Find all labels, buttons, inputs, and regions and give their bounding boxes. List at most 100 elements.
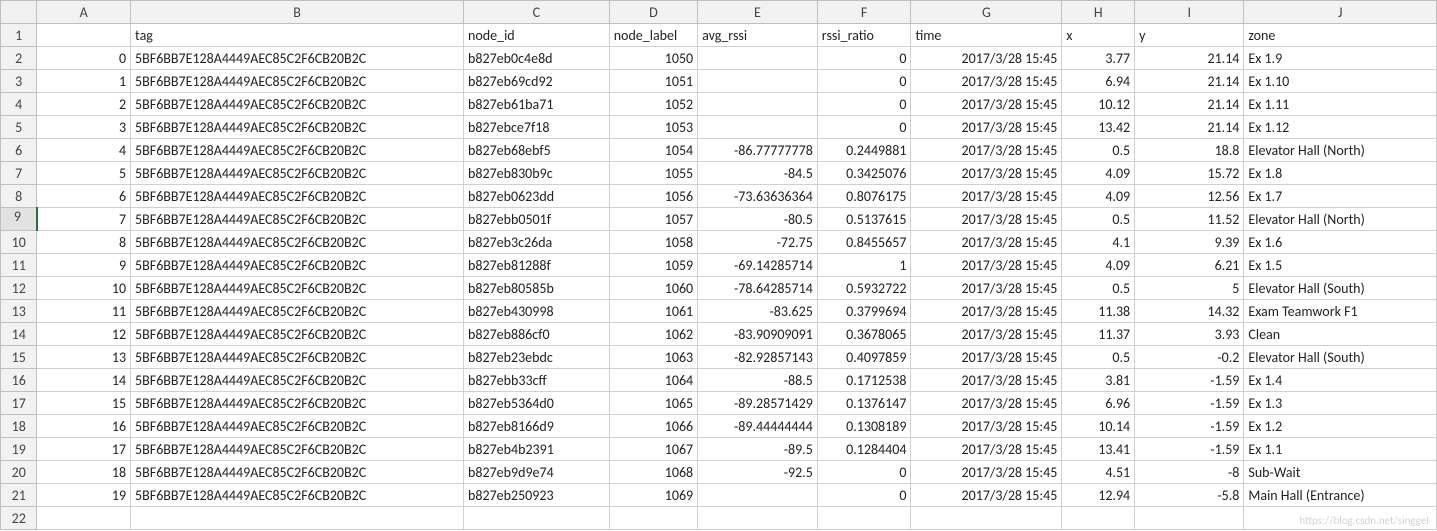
cell[interactable]: 18.8 bbox=[1135, 139, 1244, 162]
cell[interactable]: 2017/3/28 15:45 bbox=[911, 323, 1062, 346]
cell[interactable]: 0 bbox=[817, 93, 911, 116]
table-row[interactable]: 20185BF6BB7E128A4449AEC85C2F6CB20B2Cb827… bbox=[1, 461, 1437, 484]
cell[interactable]: 1062 bbox=[609, 323, 697, 346]
cell[interactable]: 4.51 bbox=[1062, 461, 1135, 484]
cell[interactable]: -1.59 bbox=[1135, 438, 1244, 461]
cell[interactable]: -1.59 bbox=[1135, 392, 1244, 415]
cell[interactable]: 0 bbox=[37, 47, 131, 70]
cell[interactable]: 5BF6BB7E128A4449AEC85C2F6CB20B2C bbox=[131, 70, 464, 93]
col-header-E[interactable]: E bbox=[698, 1, 818, 24]
table-row[interactable]: 18165BF6BB7E128A4449AEC85C2F6CB20B2Cb827… bbox=[1, 415, 1437, 438]
row-header[interactable]: 9 bbox=[1, 208, 37, 231]
table-row[interactable]: 205BF6BB7E128A4449AEC85C2F6CB20B2Cb827eb… bbox=[1, 47, 1437, 70]
table-row[interactable]: 1195BF6BB7E128A4449AEC85C2F6CB20B2Cb827e… bbox=[1, 254, 1437, 277]
cell[interactable] bbox=[464, 507, 610, 530]
cell[interactable]: 9.39 bbox=[1135, 231, 1244, 254]
cell[interactable]: -82.92857143 bbox=[698, 346, 818, 369]
cell[interactable]: 2017/3/28 15:45 bbox=[911, 93, 1062, 116]
cell[interactable]: b827eb430998 bbox=[464, 300, 610, 323]
cell[interactable] bbox=[698, 93, 818, 116]
table-row[interactable]: 865BF6BB7E128A4449AEC85C2F6CB20B2Cb827eb… bbox=[1, 185, 1437, 208]
cell[interactable]: -88.5 bbox=[698, 369, 818, 392]
cell[interactable]: b827eb8166d9 bbox=[464, 415, 610, 438]
cell[interactable]: 1064 bbox=[609, 369, 697, 392]
cell[interactable]: b827eb4b2391 bbox=[464, 438, 610, 461]
cell[interactable]: 5BF6BB7E128A4449AEC85C2F6CB20B2C bbox=[131, 47, 464, 70]
cell[interactable] bbox=[37, 24, 131, 47]
table-row[interactable]: 21195BF6BB7E128A4449AEC85C2F6CB20B2Cb827… bbox=[1, 484, 1437, 507]
cell[interactable]: -80.5 bbox=[698, 208, 818, 231]
cell[interactable]: -83.625 bbox=[698, 300, 818, 323]
cell[interactable]: 15 bbox=[37, 392, 131, 415]
cell[interactable]: -5.8 bbox=[1135, 484, 1244, 507]
cell[interactable]: 1053 bbox=[609, 116, 697, 139]
cell[interactable]: 1054 bbox=[609, 139, 697, 162]
cell[interactable]: 1063 bbox=[609, 346, 697, 369]
cell[interactable]: 6.94 bbox=[1062, 70, 1135, 93]
cell[interactable]: 14.32 bbox=[1135, 300, 1244, 323]
cell[interactable]: b827eb9d9e74 bbox=[464, 461, 610, 484]
col-header-I[interactable]: I bbox=[1135, 1, 1244, 24]
cell[interactable]: 21.14 bbox=[1135, 93, 1244, 116]
cell[interactable]: Main Hall (Entrance) bbox=[1244, 484, 1437, 507]
cell[interactable]: b827eb3c26da bbox=[464, 231, 610, 254]
row-header[interactable]: 6 bbox=[1, 139, 37, 162]
cell[interactable]: 4 bbox=[37, 139, 131, 162]
cell[interactable] bbox=[1135, 507, 1244, 530]
cell[interactable]: 1066 bbox=[609, 415, 697, 438]
cell[interactable]: 0.4097859 bbox=[817, 346, 911, 369]
cell[interactable]: Ex 1.9 bbox=[1244, 47, 1437, 70]
cell[interactable]: 3.81 bbox=[1062, 369, 1135, 392]
cell[interactable]: 5BF6BB7E128A4449AEC85C2F6CB20B2C bbox=[131, 139, 464, 162]
cell[interactable]: 0.5137615 bbox=[817, 208, 911, 231]
row-header[interactable]: 17 bbox=[1, 392, 37, 415]
cell[interactable] bbox=[817, 507, 911, 530]
cell[interactable]: 3 bbox=[37, 116, 131, 139]
cell[interactable]: 21.14 bbox=[1135, 70, 1244, 93]
cell[interactable]: 2017/3/28 15:45 bbox=[911, 70, 1062, 93]
table-row[interactable]: 17155BF6BB7E128A4449AEC85C2F6CB20B2Cb827… bbox=[1, 392, 1437, 415]
cell[interactable]: 2017/3/28 15:45 bbox=[911, 461, 1062, 484]
cell[interactable]: 1057 bbox=[609, 208, 697, 231]
cell[interactable]: -89.28571429 bbox=[698, 392, 818, 415]
cell[interactable]: 1069 bbox=[609, 484, 697, 507]
cell[interactable]: 12 bbox=[37, 323, 131, 346]
cell[interactable]: Elevator Hall (South) bbox=[1244, 346, 1437, 369]
cell[interactable]: 3.93 bbox=[1135, 323, 1244, 346]
cell[interactable]: 0 bbox=[817, 47, 911, 70]
cell[interactable]: 5BF6BB7E128A4449AEC85C2F6CB20B2C bbox=[131, 116, 464, 139]
cell[interactable]: 0.5 bbox=[1062, 346, 1135, 369]
cell[interactable]: 11.52 bbox=[1135, 208, 1244, 231]
cell[interactable] bbox=[698, 47, 818, 70]
cell[interactable]: 4.09 bbox=[1062, 254, 1135, 277]
cell[interactable]: zone bbox=[1244, 24, 1437, 47]
cell[interactable]: 2017/3/28 15:45 bbox=[911, 208, 1062, 231]
cell[interactable]: b827ebce7f18 bbox=[464, 116, 610, 139]
cell[interactable]: avg_rssi bbox=[698, 24, 818, 47]
cell[interactable]: 0 bbox=[817, 116, 911, 139]
cell[interactable]: node_label bbox=[609, 24, 697, 47]
cell[interactable]: 13.41 bbox=[1062, 438, 1135, 461]
cell[interactable]: 1055 bbox=[609, 162, 697, 185]
row-header[interactable]: 8 bbox=[1, 185, 37, 208]
row-header[interactable]: 19 bbox=[1, 438, 37, 461]
cell[interactable]: 2017/3/28 15:45 bbox=[911, 300, 1062, 323]
cell[interactable]: 8 bbox=[37, 231, 131, 254]
cell[interactable]: Ex 1.8 bbox=[1244, 162, 1437, 185]
table-row[interactable]: 975BF6BB7E128A4449AEC85C2F6CB20B2Cb827eb… bbox=[1, 208, 1437, 231]
table-row[interactable]: 14125BF6BB7E128A4449AEC85C2F6CB20B2Cb827… bbox=[1, 323, 1437, 346]
spreadsheet-grid[interactable]: A B C D E F G H I J 1tagnode_idnode_labe… bbox=[0, 0, 1437, 530]
cell[interactable]: 6.96 bbox=[1062, 392, 1135, 415]
cell[interactable]: 12.94 bbox=[1062, 484, 1135, 507]
cell[interactable]: 0 bbox=[817, 70, 911, 93]
cell[interactable]: 10.14 bbox=[1062, 415, 1135, 438]
cell[interactable] bbox=[698, 70, 818, 93]
cell[interactable]: 14 bbox=[37, 369, 131, 392]
cell[interactable] bbox=[37, 507, 131, 530]
cell[interactable]: 1058 bbox=[609, 231, 697, 254]
cell[interactable]: Elevator Hall (North) bbox=[1244, 208, 1437, 231]
cell[interactable]: 1050 bbox=[609, 47, 697, 70]
cell[interactable]: 2017/3/28 15:45 bbox=[911, 185, 1062, 208]
cell[interactable]: b827eb68ebf5 bbox=[464, 139, 610, 162]
table-row[interactable]: 425BF6BB7E128A4449AEC85C2F6CB20B2Cb827eb… bbox=[1, 93, 1437, 116]
